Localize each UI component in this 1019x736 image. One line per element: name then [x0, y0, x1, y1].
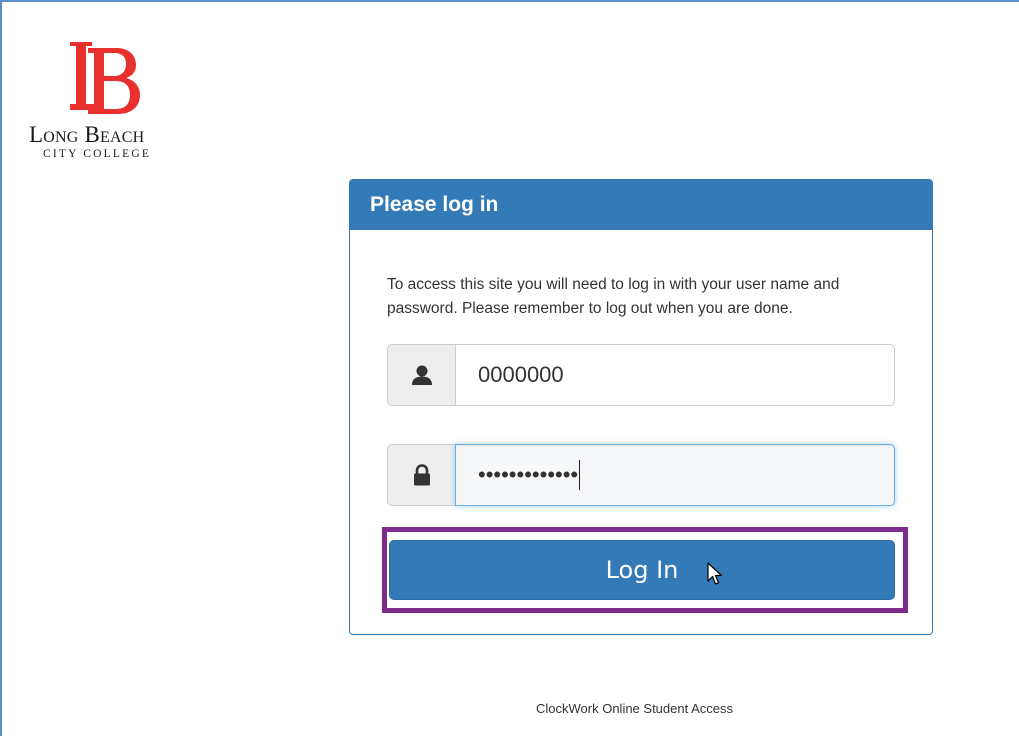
password-mask: ••••••••••••• — [478, 462, 579, 487]
college-subname: City College — [43, 148, 151, 160]
lock-icon — [413, 464, 430, 486]
password-addon — [387, 444, 455, 506]
college-logo: Long Beach City College — [26, 38, 186, 168]
login-instructions: To access this site you will need to log… — [387, 276, 840, 317]
panel-heading: Please log in — [350, 180, 932, 230]
username-group: 0000000 — [387, 344, 895, 406]
login-panel: Please log in To access this site you wi… — [349, 179, 933, 635]
mouse-pointer-icon — [707, 562, 723, 585]
username-input[interactable]: 0000000 — [455, 344, 895, 406]
password-group: ••••••••••••• — [387, 444, 895, 506]
login-button[interactable]: Log In — [389, 540, 895, 600]
text-caret — [579, 460, 581, 490]
college-name-text: Long Beach — [29, 122, 145, 147]
user-icon — [411, 365, 432, 385]
college-subname-text: City College — [43, 148, 152, 160]
college-name: Long Beach — [29, 122, 144, 148]
footer-text: ClockWork Online Student Access — [536, 701, 734, 716]
password-input[interactable]: ••••••••••••• — [455, 444, 895, 506]
lb-monogram-icon — [70, 42, 140, 114]
username-addon — [387, 344, 455, 406]
page-frame: Long Beach City College Please log in To… — [0, 0, 1019, 736]
